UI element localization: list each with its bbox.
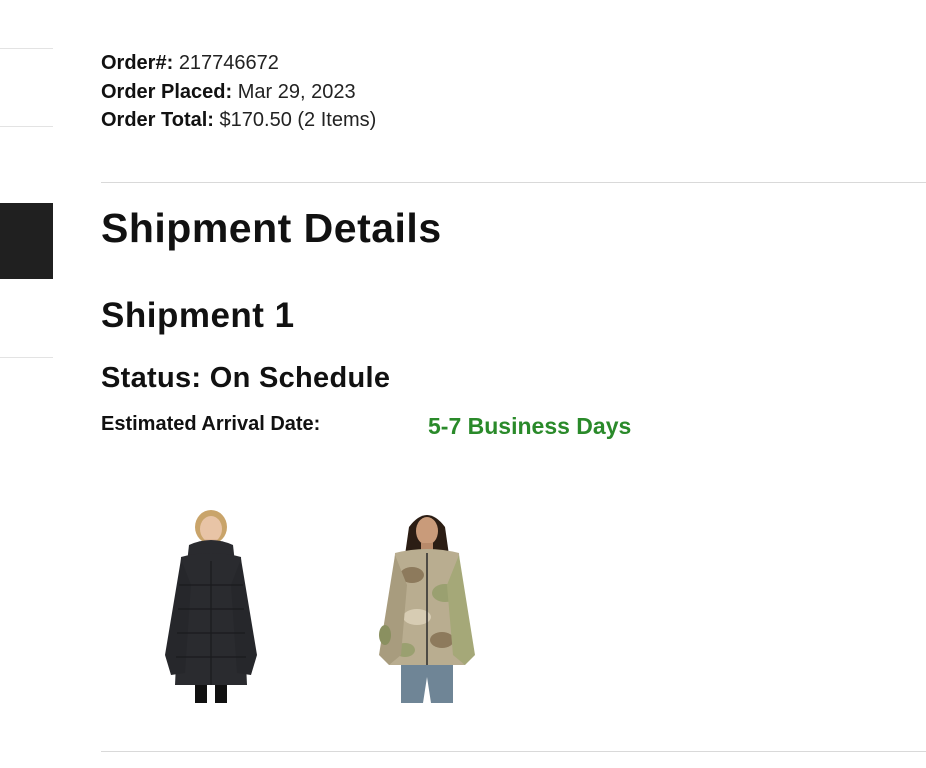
order-total-label: Order Total: (101, 109, 214, 131)
order-total-row: Order Total: $170.50 (2 Items) (101, 106, 376, 135)
order-summary: Order#: 217746672 Order Placed: Mar 29, … (101, 49, 376, 135)
sidebar-item-1[interactable] (0, 0, 53, 48)
section-divider (101, 182, 926, 183)
product-image-black-puffer[interactable] (141, 505, 281, 705)
shipment-details-heading: Shipment Details (101, 205, 442, 251)
shipment-title: Shipment 1 (101, 296, 295, 335)
order-number-row: Order#: 217746672 (101, 49, 376, 78)
order-number-value: 217746672 (178, 52, 279, 74)
order-placed-value: Mar 29, 2023 (237, 80, 356, 103)
camo-fleece-jacket-image (379, 515, 475, 703)
sidebar-divider (0, 357, 53, 358)
sidebar-item-2[interactable] (0, 49, 53, 126)
product-image-camo-fleece[interactable] (357, 505, 497, 705)
order-details-page: Order#: 217746672 Order Placed: Mar 29, … (0, 0, 926, 768)
section-divider-bottom (101, 751, 926, 752)
order-number-label: Order#: (101, 52, 174, 74)
sidebar-item-3[interactable] (0, 127, 53, 203)
order-total-value: $170.50 (2 Items) (219, 109, 377, 131)
black-puffer-jacket-image (165, 510, 257, 703)
estimated-arrival-label: Estimated Arrival Date: (101, 413, 321, 435)
order-placed-row: Order Placed: Mar 29, 2023 (101, 78, 376, 107)
shipment-status: Status: On Schedule (101, 362, 391, 394)
order-placed-label: Order Placed: (101, 80, 233, 103)
account-sidebar (0, 0, 53, 768)
sidebar-item-active[interactable] (0, 203, 53, 279)
estimated-arrival-value: 5-7 Business Days (428, 413, 632, 439)
sidebar-item-5[interactable] (0, 279, 53, 357)
